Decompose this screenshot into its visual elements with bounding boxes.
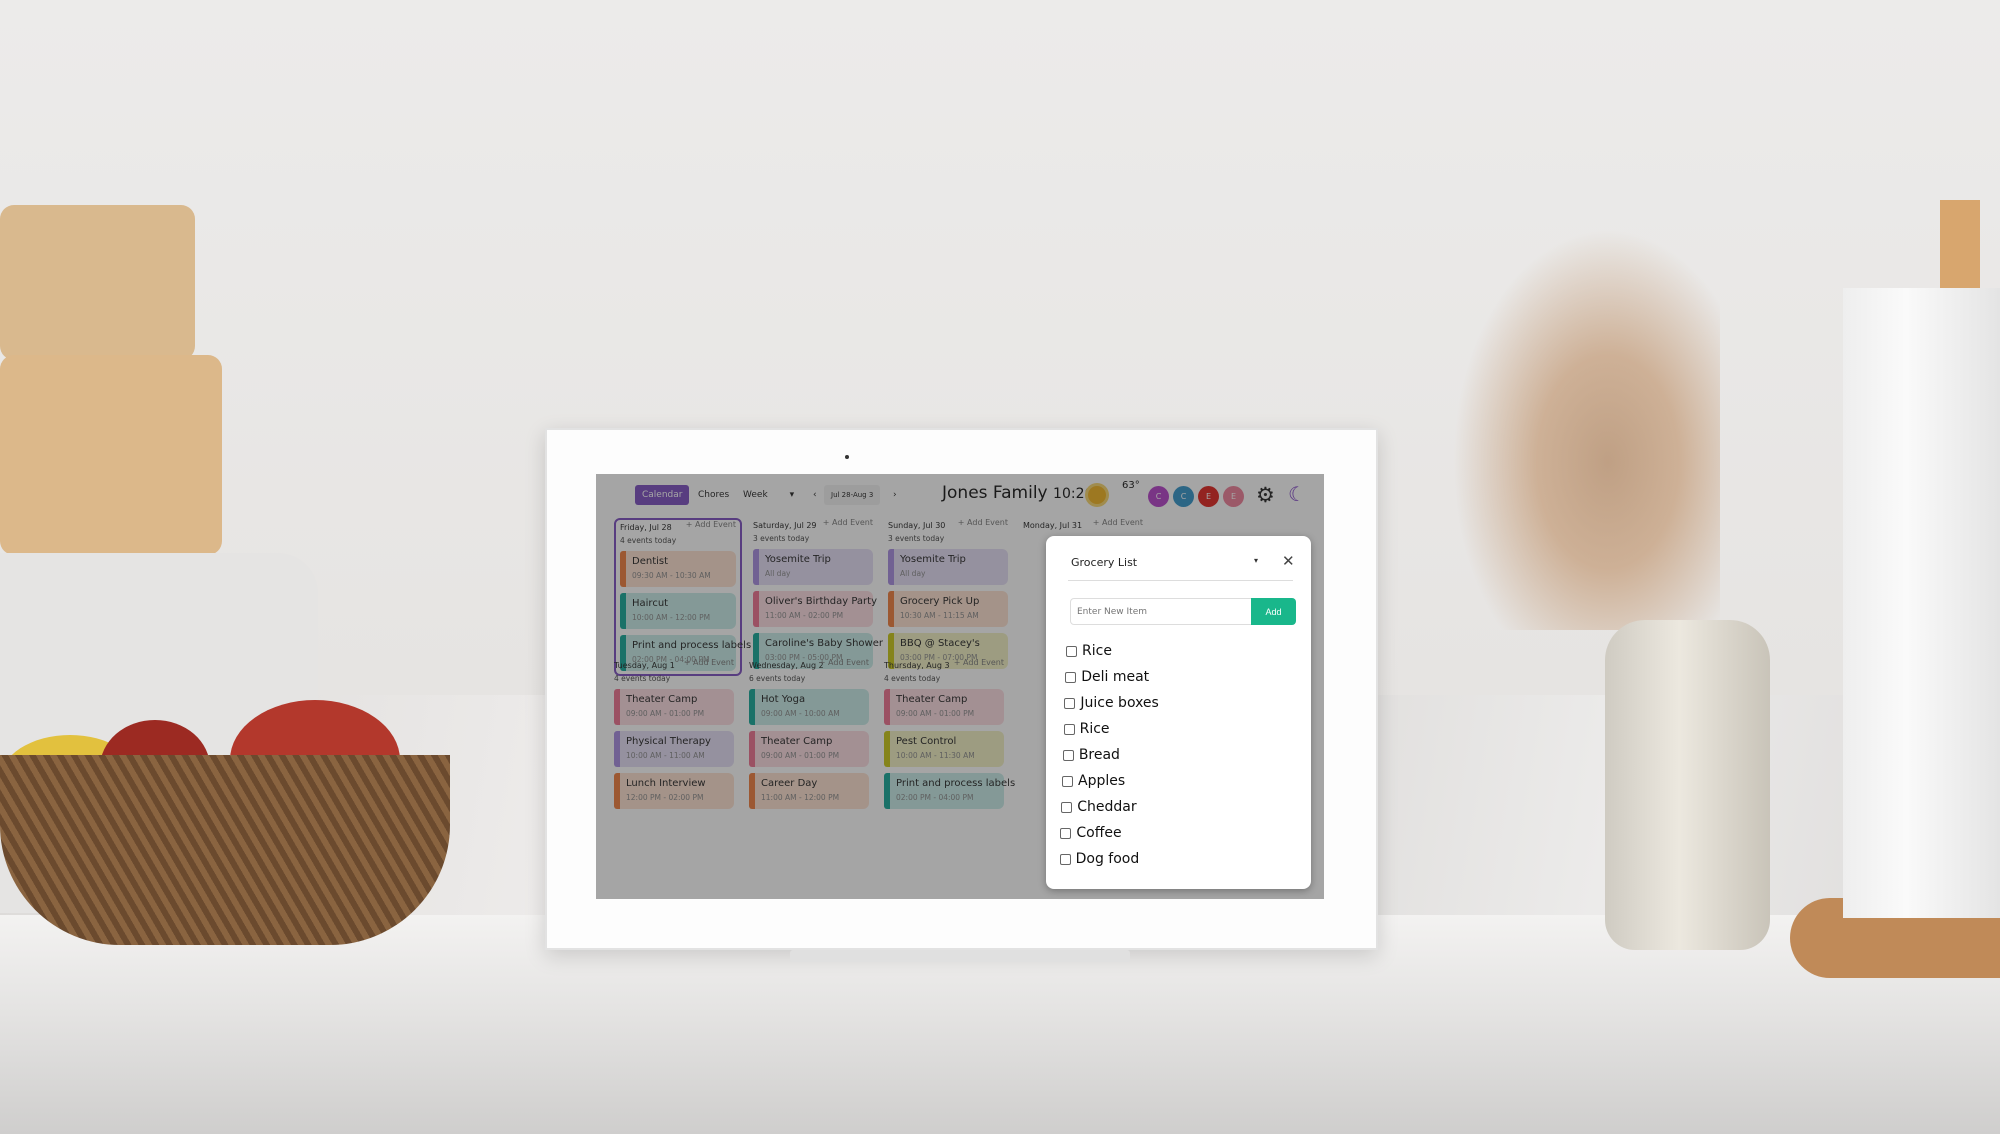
close-icon[interactable]: ✕ xyxy=(1282,552,1295,570)
grocery-item: Rice xyxy=(1066,638,1159,664)
item-checkbox[interactable] xyxy=(1063,723,1075,735)
fruit-basket xyxy=(0,755,450,945)
grocery-item: Dog food xyxy=(1059,846,1159,872)
add-button[interactable]: Add xyxy=(1251,598,1296,625)
item-label: Dog food xyxy=(1075,851,1140,867)
grocery-items: Rice Deli meat Juice boxes Rice Bread Apples C… xyxy=(1059,638,1159,872)
item-label: Juice boxes xyxy=(1080,695,1159,711)
grocery-item: Juice boxes xyxy=(1064,690,1159,716)
grocery-item: Apples xyxy=(1062,768,1159,794)
item-checkbox[interactable] xyxy=(1059,853,1071,865)
towel-holder-rod xyxy=(1940,200,1980,290)
item-checkbox[interactable] xyxy=(1062,749,1074,761)
cutting-board xyxy=(0,355,222,555)
vase xyxy=(1605,620,1770,950)
item-checkbox[interactable] xyxy=(1061,801,1073,813)
item-label: Coffee xyxy=(1076,825,1122,841)
grocery-item: Coffee xyxy=(1060,820,1158,846)
item-checkbox[interactable] xyxy=(1065,671,1077,683)
dried-flowers xyxy=(1440,210,1720,630)
item-checkbox[interactable] xyxy=(1066,645,1077,657)
grocery-item: Deli meat xyxy=(1065,664,1159,690)
item-label: Cheddar xyxy=(1077,799,1137,815)
item-checkbox[interactable] xyxy=(1062,775,1073,787)
cutting-board xyxy=(0,205,195,360)
device-stand xyxy=(790,950,1130,962)
item-label: Deli meat xyxy=(1081,669,1150,685)
item-label: Apples xyxy=(1078,773,1126,789)
dialog-title: Grocery List xyxy=(1071,556,1138,569)
list-select-chevron-icon[interactable]: ▾ xyxy=(1254,556,1258,565)
paper-towel-roll xyxy=(1843,288,2000,918)
item-checkbox[interactable] xyxy=(1064,697,1076,709)
grocery-list-dialog: Grocery List ▾ ✕ Add Rice Deli meat Juice … xyxy=(1046,536,1311,889)
item-label: Bread xyxy=(1078,747,1120,763)
item-label: Rice xyxy=(1082,643,1112,659)
grocery-item: Bread xyxy=(1062,742,1159,768)
item-label: Rice xyxy=(1079,721,1110,737)
divider xyxy=(1068,580,1293,581)
new-item-input[interactable] xyxy=(1070,598,1254,625)
item-checkbox[interactable] xyxy=(1060,827,1072,839)
grocery-item: Cheddar xyxy=(1061,794,1159,820)
grocery-item: Rice xyxy=(1063,716,1159,742)
camera-icon xyxy=(845,455,849,459)
